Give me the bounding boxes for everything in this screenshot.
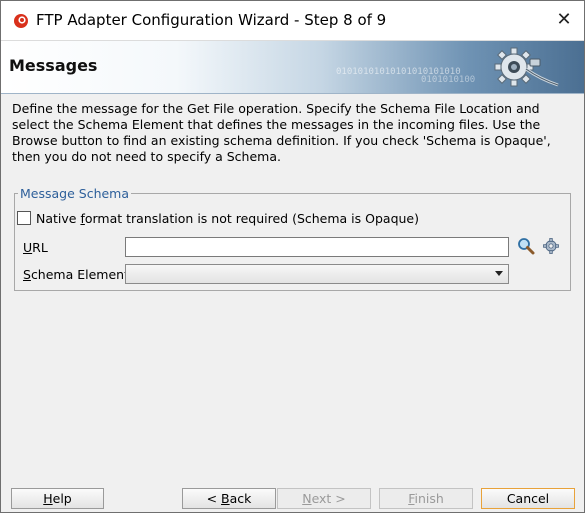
next-button[interactable]: Next > [277, 488, 371, 509]
title-bar: FTP Adapter Configuration Wizard - Step … [1, 1, 584, 41]
cancel-button[interactable]: Cancel [481, 488, 575, 509]
finish-button[interactable]: Finish [379, 488, 473, 509]
gear-plug-icon [494, 47, 559, 87]
search-icon[interactable] [517, 237, 535, 255]
wizard-window: FTP Adapter Configuration Wizard - Step … [0, 0, 585, 513]
oracle-app-icon [14, 14, 28, 28]
schema-element-select[interactable] [125, 264, 509, 284]
binary-decoration-2: 0101010100 [421, 75, 476, 85]
schema-opaque-label[interactable]: Native format translation is not require… [36, 211, 419, 226]
header-banner: Messages 01010101010101010101010 0101010… [1, 41, 584, 94]
url-label: URL [23, 240, 48, 255]
back-button[interactable]: < Back [182, 488, 276, 509]
schema-opaque-checkbox[interactable] [17, 211, 31, 225]
step-description: Define the message for the Get File oper… [12, 101, 551, 164]
url-input[interactable] [125, 237, 509, 257]
help-button[interactable]: Help [11, 488, 104, 509]
schema-element-label: Schema Element [23, 267, 129, 282]
gear-icon[interactable] [542, 237, 560, 255]
chevron-down-icon [495, 271, 503, 276]
message-schema-legend: Message Schema [18, 186, 132, 201]
close-icon[interactable]: ✕ [554, 10, 574, 30]
window-title: FTP Adapter Configuration Wizard - Step … [36, 11, 387, 29]
page-title: Messages [9, 56, 98, 75]
